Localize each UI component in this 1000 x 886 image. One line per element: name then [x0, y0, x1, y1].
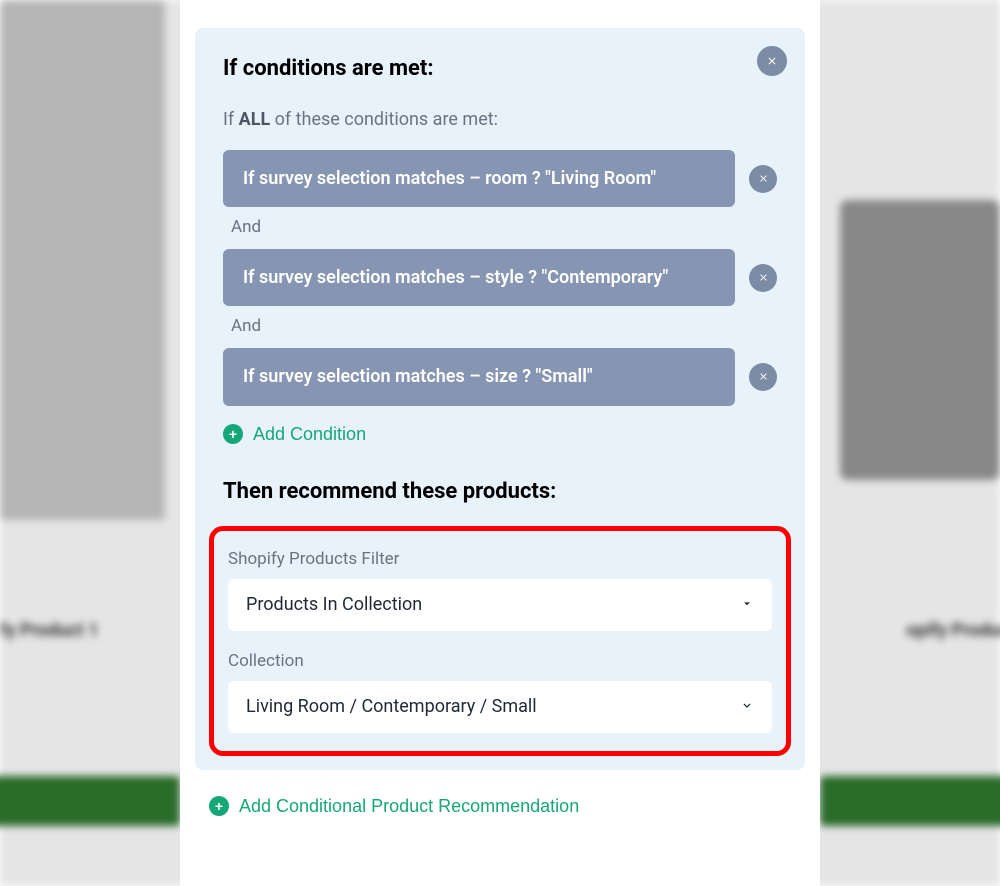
plus-circle-icon: + — [209, 796, 229, 816]
panel-title: If conditions are met: — [223, 56, 777, 81]
remove-condition-button[interactable] — [749, 264, 777, 292]
condition-pill[interactable]: If survey selection matches – style ? "C… — [223, 249, 735, 306]
collection-select[interactable]: Living Room / Contemporary / Small — [228, 681, 772, 733]
condition-pill[interactable]: If survey selection matches – size ? "Sm… — [223, 348, 735, 405]
recommend-title: Then recommend these products: — [223, 479, 777, 504]
close-icon — [758, 371, 769, 382]
condition-pill[interactable]: If survey selection matches – room ? "Li… — [223, 150, 735, 207]
collection-label: Collection — [228, 651, 772, 671]
filter-value: Products In Collection — [246, 594, 422, 615]
highlight-box: Shopify Products Filter Products In Coll… — [209, 526, 791, 756]
collection-value: Living Room / Contemporary / Small — [246, 696, 537, 717]
add-condition-label: Add Condition — [253, 424, 366, 445]
intro-suffix: of these conditions are met: — [270, 109, 498, 130]
and-label: And — [231, 316, 777, 336]
collection-field-group: Collection Living Room / Contemporary / … — [228, 651, 772, 733]
intro-strong: ALL — [239, 109, 271, 130]
conditions-panel: If conditions are met: If ALL of these c… — [195, 28, 805, 770]
add-recommendation-label: Add Conditional Product Recommendation — [239, 796, 579, 817]
intro-prefix: If — [223, 109, 239, 130]
remove-condition-button[interactable] — [749, 165, 777, 193]
condition-row: If survey selection matches – room ? "Li… — [223, 150, 777, 207]
add-condition-button[interactable]: + Add Condition — [223, 424, 366, 445]
condition-row: If survey selection matches – style ? "C… — [223, 249, 777, 306]
plus-circle-icon: + — [223, 424, 243, 444]
chevron-down-icon — [740, 696, 754, 717]
close-icon — [766, 55, 778, 67]
filter-label: Shopify Products Filter — [228, 549, 772, 569]
backdrop-product-placeholder — [840, 200, 1000, 480]
backdrop-product-label: opify Product 3 — [906, 620, 1000, 641]
filter-select[interactable]: Products In Collection — [228, 579, 772, 631]
add-recommendation-button[interactable]: + Add Conditional Product Recommendation — [209, 796, 579, 817]
backdrop-product-placeholder — [0, 0, 165, 520]
remove-condition-button[interactable] — [749, 363, 777, 391]
close-panel-button[interactable] — [757, 46, 787, 76]
filter-field-group: Shopify Products Filter Products In Coll… — [228, 549, 772, 631]
and-label: And — [231, 217, 777, 237]
condition-row: If survey selection matches – size ? "Sm… — [223, 348, 777, 405]
modal: If conditions are met: If ALL of these c… — [180, 0, 820, 886]
chevron-down-icon — [740, 594, 754, 615]
close-icon — [758, 272, 769, 283]
conditions-intro: If ALL of these conditions are met: — [223, 109, 777, 130]
backdrop-button — [820, 776, 1000, 826]
backdrop-button — [0, 776, 180, 826]
backdrop-product-label: fy Product 1 — [0, 620, 99, 641]
close-icon — [758, 173, 769, 184]
